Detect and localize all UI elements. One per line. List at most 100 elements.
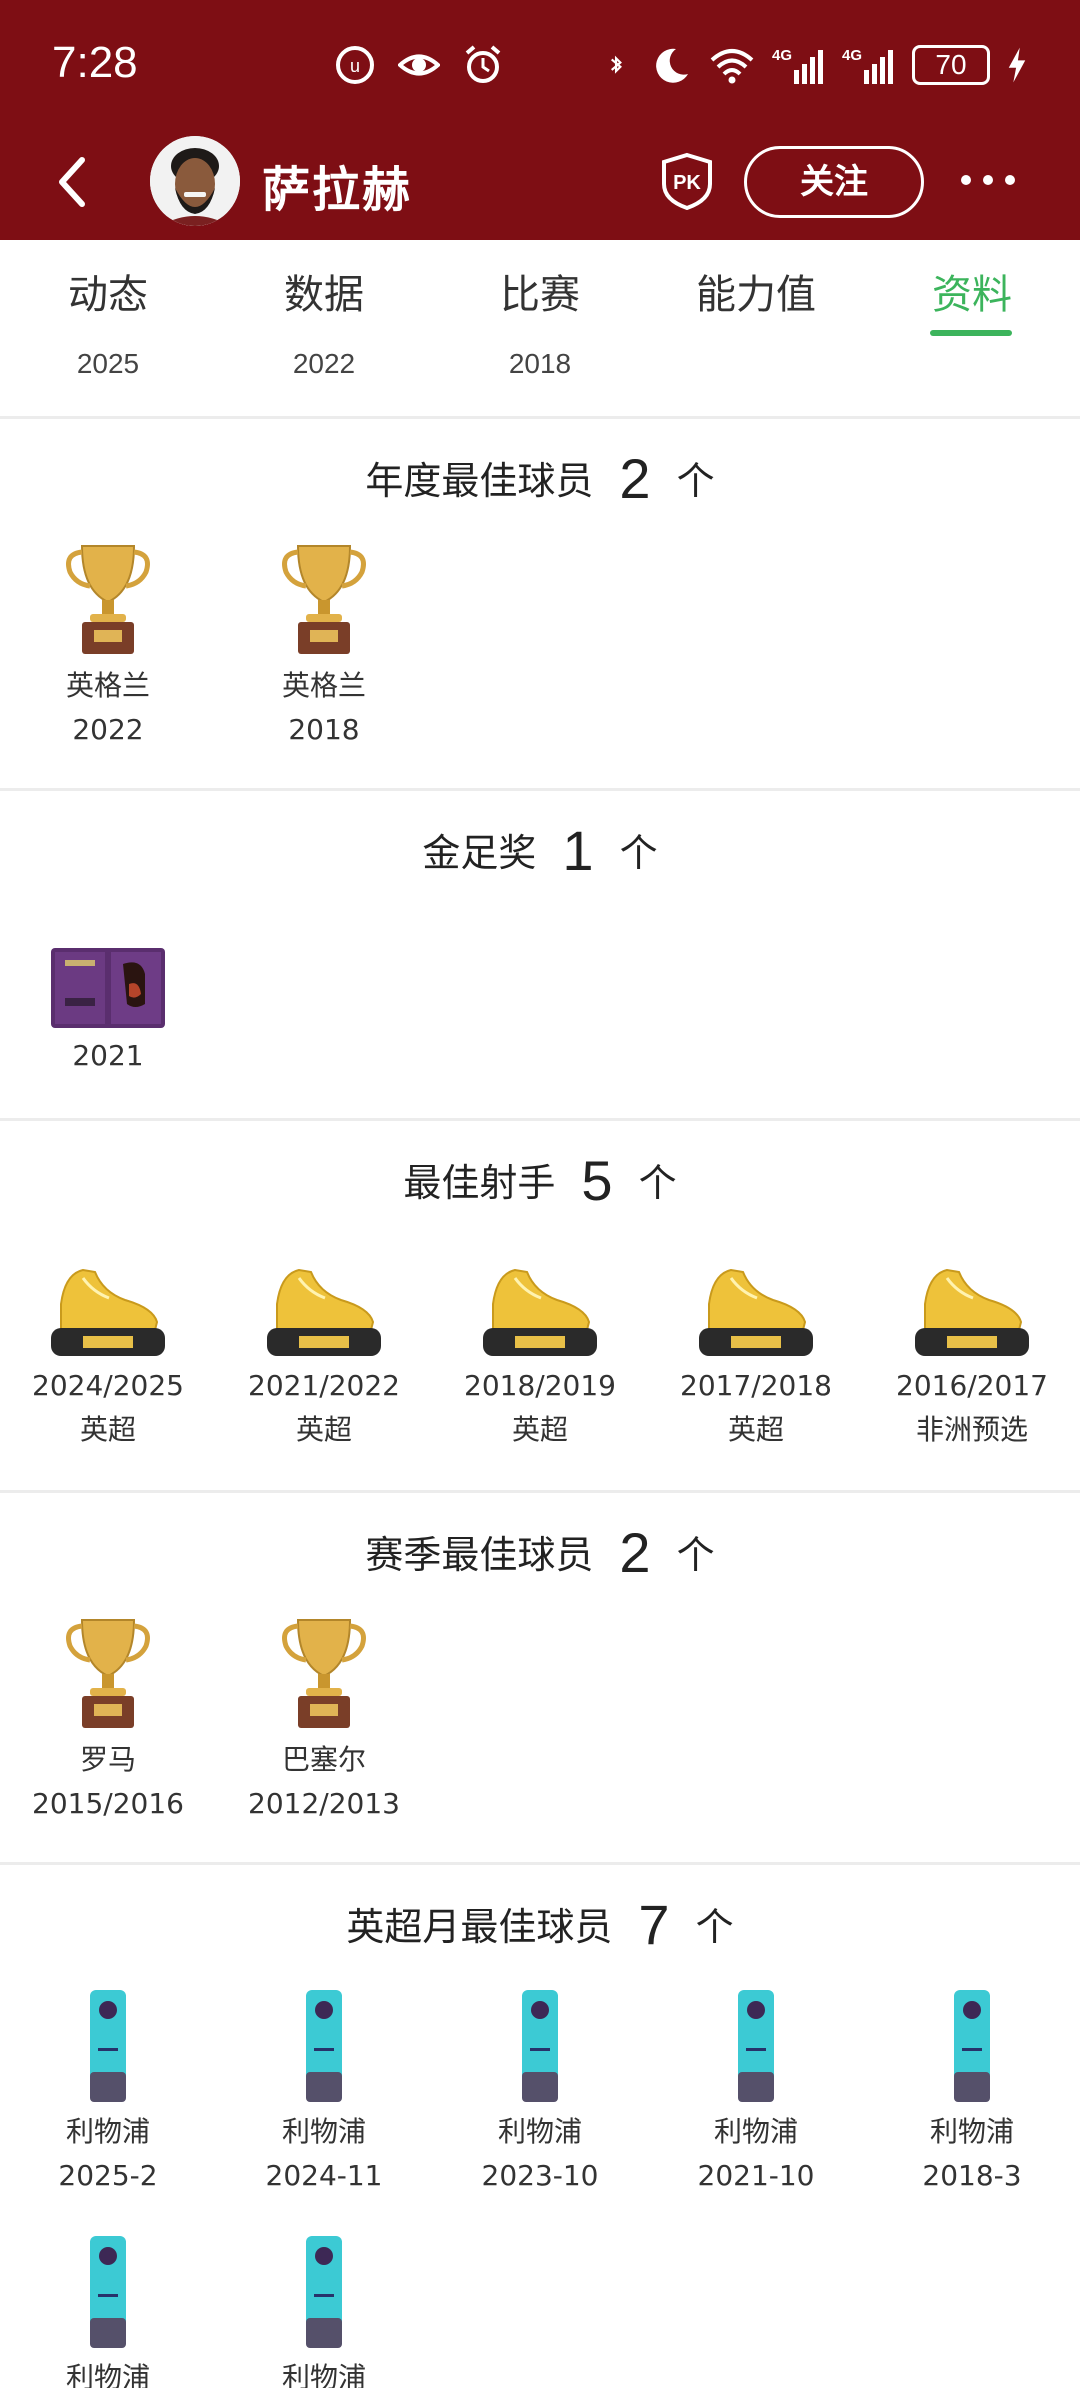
moon-icon <box>656 48 688 83</box>
section-count: 1 <box>562 819 594 882</box>
award-item[interactable]: 利物浦 <box>0 2234 216 2388</box>
status-system: 4G 4G 70 <box>608 44 1028 86</box>
tab-ability[interactable]: 能力值 <box>648 240 864 320</box>
section-title-golden-boot: 金足奖 1 个 <box>0 818 1080 883</box>
award-line1: 利物浦 <box>65 2361 150 2388</box>
battery-level: 70 <box>912 45 990 85</box>
award-line1: 巴塞尔 <box>281 1743 366 1776</box>
award-item[interactable]: 2017/2018 英超 <box>648 1264 864 1452</box>
potm-trophy-icon <box>954 1990 990 2102</box>
more-options-icon[interactable] <box>958 160 1018 200</box>
section-title-season-best: 赛季最佳球员 2 个 <box>0 1520 1080 1585</box>
award-line1: 英格兰 <box>65 669 150 702</box>
award-line2: 2024-11 <box>265 2159 383 2192</box>
award-item[interactable]: 2016/2017 非洲预选 <box>864 1264 1080 1452</box>
award-item[interactable]: 利物浦 2024-11 <box>216 1988 432 2198</box>
section-title-top-scorer: 最佳射手 5 个 <box>0 1148 1080 1213</box>
award-item[interactable]: 利物浦 2021-10 <box>648 1988 864 2198</box>
section-count: 5 <box>581 1149 613 1212</box>
section-title-text: 最佳射手 <box>403 1161 556 1205</box>
award-line1: 利物浦 <box>929 2115 1014 2148</box>
award-item[interactable]: 利物浦 <box>216 2234 432 2388</box>
award-line2: 2018 <box>288 713 360 746</box>
award-item[interactable]: 利物浦 2025-2 <box>0 1988 216 2198</box>
back-arrow-icon[interactable] <box>52 152 92 212</box>
golden-foot-case-icon <box>51 948 165 1028</box>
divider <box>0 1490 1080 1493</box>
award-line1: 利物浦 <box>281 2361 366 2388</box>
section-title-text: 赛季最佳球员 <box>365 1533 594 1577</box>
svg-text:4G: 4G <box>842 47 862 64</box>
section-title-annual-best: 年度最佳球员 2 个 <box>0 446 1080 511</box>
trophy-cup-icon <box>282 1619 366 1728</box>
tab-data[interactable]: 数据 2022 <box>216 240 432 380</box>
golden-boot-icon <box>51 1268 165 1356</box>
player-avatar[interactable] <box>150 136 240 226</box>
tab-dynamics[interactable]: 动态 2025 <box>0 240 216 380</box>
award-line1: 英格兰 <box>281 669 366 702</box>
tab-matches[interactable]: 比赛 2018 <box>432 240 648 380</box>
section-unit: 个 <box>676 1533 715 1577</box>
wifi-icon <box>710 49 754 84</box>
award-line2: 英超 <box>295 1413 352 1446</box>
golden-boot-icon <box>483 1268 597 1356</box>
award-line1: 罗马 <box>79 1743 136 1776</box>
award-item[interactable]: 罗马 2015/2016 <box>0 1614 216 1826</box>
award-line2: 2012/2013 <box>248 1787 400 1820</box>
award-line2: 非洲预选 <box>915 1413 1028 1446</box>
tab-label: 资料 <box>932 272 1012 318</box>
charging-icon <box>1008 47 1026 83</box>
award-line2: 英超 <box>79 1413 136 1446</box>
active-tab-indicator <box>930 330 1012 336</box>
award-line1: 2021 <box>72 1039 144 1072</box>
tab-year: 2025 <box>76 348 140 379</box>
potm-trophy-icon <box>738 1990 774 2102</box>
divider <box>0 788 1080 791</box>
tab-year: 2018 <box>508 348 572 379</box>
trophy-cup-icon <box>66 1619 150 1728</box>
nav-bar: 萨拉赫 PK 关注 <box>0 130 1080 240</box>
award-line2: 英超 <box>511 1413 568 1446</box>
award-item[interactable]: 英格兰 2022 <box>0 540 216 752</box>
award-item[interactable]: 利物浦 2023-10 <box>432 1988 648 2198</box>
potm-trophy-icon <box>306 1990 342 2102</box>
tab-bar: 动态 2025 数据 2022 比赛 2018 能力值 资料 <box>0 240 1080 416</box>
status-notifications: u <box>334 44 504 86</box>
player-photo <box>150 136 240 226</box>
svg-text:u: u <box>350 56 360 76</box>
potm-trophy-icon <box>522 1990 558 2102</box>
tab-label: 动态 <box>68 272 148 318</box>
award-line1: 利物浦 <box>65 2115 150 2148</box>
divider <box>0 1118 1080 1121</box>
award-line2: 2015/2016 <box>32 1787 184 1820</box>
status-bar: 7:28 u 4G 4G 70 <box>0 0 1080 130</box>
svg-text:4G: 4G <box>772 47 792 64</box>
pk-compare-button[interactable]: PK <box>660 152 714 210</box>
golden-boot-icon <box>267 1268 381 1356</box>
award-line1: 2021/2022 <box>248 1369 400 1402</box>
award-line1: 2018/2019 <box>464 1369 616 1402</box>
follow-button[interactable]: 关注 <box>744 146 924 218</box>
potm-trophy-icon <box>90 2236 126 2348</box>
tab-label: 比赛 <box>500 272 580 318</box>
award-line2: 2022 <box>72 713 144 746</box>
award-item[interactable]: 2018/2019 英超 <box>432 1264 648 1452</box>
section-title-text: 金足奖 <box>422 831 537 875</box>
award-item[interactable]: 巴塞尔 2012/2013 <box>216 1614 432 1826</box>
award-item[interactable]: 利物浦 2018-3 <box>864 1988 1080 2198</box>
golden-boot-icon <box>915 1268 1029 1356</box>
section-count: 7 <box>638 1893 670 1956</box>
header-bar: 7:28 u 4G 4G 70 萨拉赫 PK 关注 <box>0 0 1080 240</box>
section-unit: 个 <box>676 459 715 503</box>
award-line1: 利物浦 <box>713 2115 798 2148</box>
tab-profile[interactable]: 资料 <box>864 240 1080 320</box>
player-name: 萨拉赫 <box>262 162 413 218</box>
award-item[interactable]: 2021 <box>0 944 216 1078</box>
award-item[interactable]: 2024/2025 英超 <box>0 1264 216 1452</box>
award-item[interactable]: 英格兰 2018 <box>216 540 432 752</box>
pk-label: PK <box>673 172 701 194</box>
tab-label: 数据 <box>284 272 364 318</box>
award-line2: 2021-10 <box>697 2159 815 2192</box>
section-title-text: 年度最佳球员 <box>365 459 594 503</box>
award-item[interactable]: 2021/2022 英超 <box>216 1264 432 1452</box>
